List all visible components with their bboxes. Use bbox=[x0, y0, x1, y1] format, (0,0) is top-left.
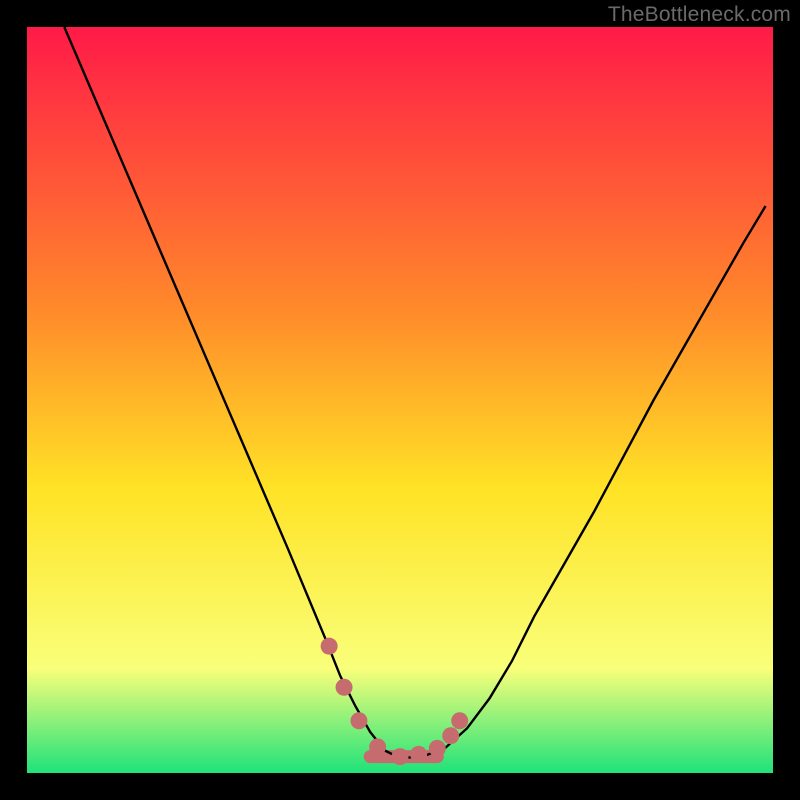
curve-marker bbox=[350, 712, 367, 729]
curve-marker bbox=[321, 638, 338, 655]
gradient-background bbox=[27, 27, 773, 773]
curve-marker bbox=[392, 748, 409, 765]
curve-marker bbox=[451, 712, 468, 729]
curve-marker bbox=[410, 746, 427, 763]
curve-marker bbox=[369, 738, 386, 755]
curve-marker bbox=[442, 727, 459, 744]
chart-svg bbox=[27, 27, 773, 773]
watermark-label: TheBottleneck.com bbox=[608, 3, 791, 27]
curve-marker bbox=[429, 740, 446, 757]
bottleneck-plot bbox=[27, 27, 773, 773]
curve-marker bbox=[336, 679, 353, 696]
chart-stage: TheBottleneck.com bbox=[0, 0, 800, 800]
